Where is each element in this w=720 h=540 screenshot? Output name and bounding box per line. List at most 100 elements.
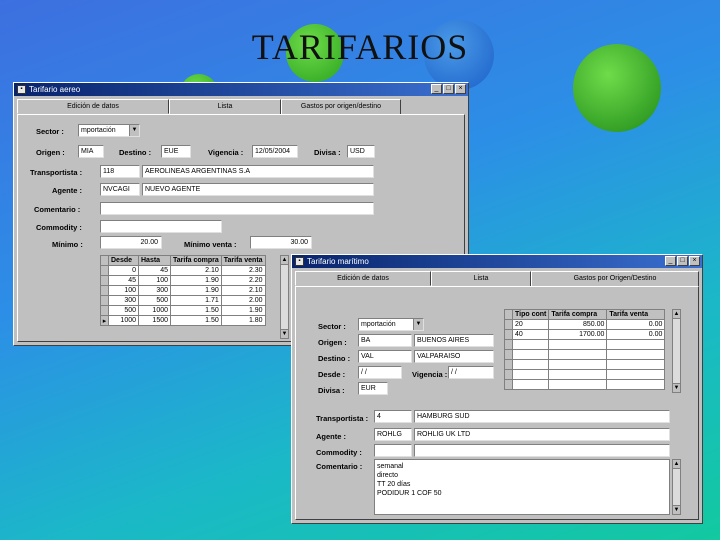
window-icon: ▪ — [17, 85, 26, 94]
sea-vigencia-input[interactable]: / / — [448, 366, 494, 379]
sea-col-tarifa-venta[interactable]: Tarifa venta — [606, 309, 666, 320]
sea-tariff-window: ▪ Tarifario marítimo _ □ × Edición de da… — [291, 254, 703, 524]
air-divisa-label: Divisa : — [314, 148, 341, 157]
table-row[interactable]: 300 500 1.71 2.00 — [100, 295, 266, 306]
sea-destino-code-input[interactable]: VAL — [358, 350, 412, 363]
comment-line: PODIDUR 1 COF 50 — [377, 490, 442, 497]
minimize-icon[interactable]: _ — [431, 84, 442, 94]
sea-transportista-code-input[interactable]: 4 — [374, 410, 412, 423]
table-row[interactable] — [504, 379, 666, 390]
row-pointer-icon: ▸ — [100, 315, 109, 326]
air-transportista-label: Transportista : — [30, 168, 83, 177]
air-col-desde[interactable]: Desde — [108, 255, 139, 266]
sea-sector-label: Sector : — [318, 322, 346, 331]
air-destino-input[interactable]: EUE — [161, 145, 191, 158]
air-origen-label: Origen : — [36, 148, 65, 157]
sea-agente-code-input[interactable]: ROHLG — [374, 428, 412, 441]
table-row[interactable] — [504, 349, 666, 360]
maximize-icon[interactable]: □ — [443, 84, 454, 94]
air-col-tarifa-venta[interactable]: Tarifa venta — [220, 255, 266, 266]
air-sector-label: Sector : — [36, 127, 64, 136]
air-minimo-venta-input[interactable]: 30.00 — [250, 236, 312, 249]
sea-transportista-label: Transportista : — [316, 414, 369, 423]
air-tab-lista[interactable]: Lista — [169, 99, 281, 114]
table-row[interactable] — [504, 369, 666, 380]
sea-col-tipo-cont[interactable]: Tipo cont — [511, 309, 550, 320]
air-minimo-input[interactable]: 20.00 — [100, 236, 162, 249]
air-agente-name-field[interactable]: NUEVO AGENTE — [142, 183, 374, 196]
air-comentario-input[interactable] — [100, 202, 374, 215]
sea-window-title: Tarifario marítimo — [307, 257, 369, 266]
sea-commodity-label: Commodity : — [316, 448, 362, 457]
table-row[interactable]: 0 45 2.10 2.30 — [100, 265, 266, 276]
air-col-tarifa-compra[interactable]: Tarifa compra — [170, 255, 222, 266]
air-transportista-name-field[interactable]: AEROLINEAS ARGENTINAS S.A — [142, 165, 374, 178]
maximize-icon[interactable]: □ — [677, 256, 688, 266]
sea-comentario-textarea[interactable]: semanal directo TT 20 días PODIDUR 1 COF… — [374, 459, 670, 515]
sea-commodity-input[interactable] — [374, 444, 412, 457]
air-window-title: Tarifario aereo — [29, 85, 81, 94]
close-icon[interactable]: × — [455, 84, 466, 94]
sea-destino-name-field[interactable]: VALPARAISO — [414, 350, 494, 363]
air-commodity-input[interactable] — [100, 220, 222, 233]
sea-sector-select[interactable]: mportación ▼ — [358, 318, 424, 331]
scroll-down-icon[interactable]: ▼ — [281, 329, 288, 338]
air-divisa-input[interactable]: USD — [347, 145, 375, 158]
comment-line: directo — [377, 472, 399, 479]
air-origen-input[interactable]: MIA — [78, 145, 104, 158]
sea-rates-grid: Tipo cont Tarifa compra Tarifa venta 20 8… — [504, 309, 666, 390]
air-col-hasta[interactable]: Hasta — [138, 255, 171, 266]
table-row[interactable]: 45 100 1.90 2.20 — [100, 275, 266, 286]
air-titlebar[interactable]: ▪ Tarifario aereo _ □ × — [14, 83, 468, 96]
scroll-down-icon[interactable]: ▼ — [673, 383, 680, 392]
air-vigencia-label: Vigencia : — [208, 148, 244, 157]
air-tab-gastos[interactable]: Gastos por origen/destino — [281, 99, 401, 114]
sea-form-panel: Sector : mportación ▼ Origen : BA BUENOS … — [295, 286, 699, 520]
sea-comentario-label: Comentario : — [316, 462, 363, 471]
air-agente-code-input[interactable]: NVCAGI — [100, 183, 140, 196]
table-row[interactable]: ▸ 1000 1500 1.50 1.80 — [100, 315, 266, 326]
table-row[interactable]: 20 850.00 0.00 — [504, 319, 666, 330]
scroll-down-icon[interactable]: ▼ — [673, 505, 680, 514]
scroll-up-icon[interactable]: ▲ — [673, 310, 680, 319]
air-sector-value: mportación — [81, 127, 116, 134]
air-tab-edicion[interactable]: Edición de datos — [17, 99, 169, 114]
air-grid-scrollbar[interactable]: ▲ ▼ — [280, 255, 289, 339]
air-comentario-label: Comentario : — [34, 205, 81, 214]
table-row[interactable]: 500 1000 1.50 1.90 — [100, 305, 266, 316]
sea-col-tarifa-compra[interactable]: Tarifa compra — [548, 309, 608, 320]
minimize-icon[interactable]: _ — [665, 256, 676, 266]
sea-sector-value: mportación — [361, 321, 396, 328]
sea-titlebar[interactable]: ▪ Tarifario marítimo _ □ × — [292, 255, 702, 268]
scroll-up-icon[interactable]: ▲ — [281, 256, 288, 265]
sea-agente-name-field[interactable]: ROHLIG UK LTD — [414, 428, 670, 441]
sea-tab-gastos[interactable]: Gastos por Origen/Destino — [531, 271, 699, 286]
sea-origen-code-input[interactable]: BA — [358, 334, 412, 347]
table-row[interactable] — [504, 359, 666, 370]
table-row[interactable]: 100 300 1.90 2.10 — [100, 285, 266, 296]
sea-destino-label: Destino : — [318, 354, 351, 363]
sea-origen-label: Origen : — [318, 338, 347, 347]
grid-corner — [504, 309, 513, 320]
scroll-up-icon[interactable]: ▲ — [673, 460, 680, 469]
chevron-down-icon[interactable]: ▼ — [129, 125, 139, 136]
sea-origen-name-field[interactable]: BUENOS AIRES — [414, 334, 494, 347]
chevron-down-icon[interactable]: ▼ — [413, 319, 423, 330]
close-icon[interactable]: × — [689, 256, 700, 266]
sea-tab-lista[interactable]: Lista — [431, 271, 531, 286]
air-transportista-code-input[interactable]: 118 — [100, 165, 140, 178]
air-minimo-venta-label: Mínimo venta : — [184, 240, 237, 249]
sea-comment-scrollbar[interactable]: ▲ ▼ — [672, 459, 681, 515]
sea-divisa-input[interactable]: EUR — [358, 382, 388, 395]
sea-grid-scrollbar[interactable]: ▲ ▼ — [672, 309, 681, 393]
table-row[interactable]: 40 1700.00 0.00 — [504, 329, 666, 340]
sea-transportista-name-field[interactable]: HAMBURG SUD — [414, 410, 670, 423]
sea-desde-input[interactable]: / / — [358, 366, 402, 379]
sea-commodity-name-field[interactable] — [414, 444, 670, 457]
air-sector-select[interactable]: mportación ▼ — [78, 124, 140, 137]
air-minimo-label: Mínimo : — [52, 240, 83, 249]
table-row[interactable] — [504, 339, 666, 350]
air-destino-label: Destino : — [119, 148, 152, 157]
sea-tab-edicion[interactable]: Edición de datos — [295, 271, 431, 286]
air-vigencia-input[interactable]: 12/05/2004 — [252, 145, 298, 158]
